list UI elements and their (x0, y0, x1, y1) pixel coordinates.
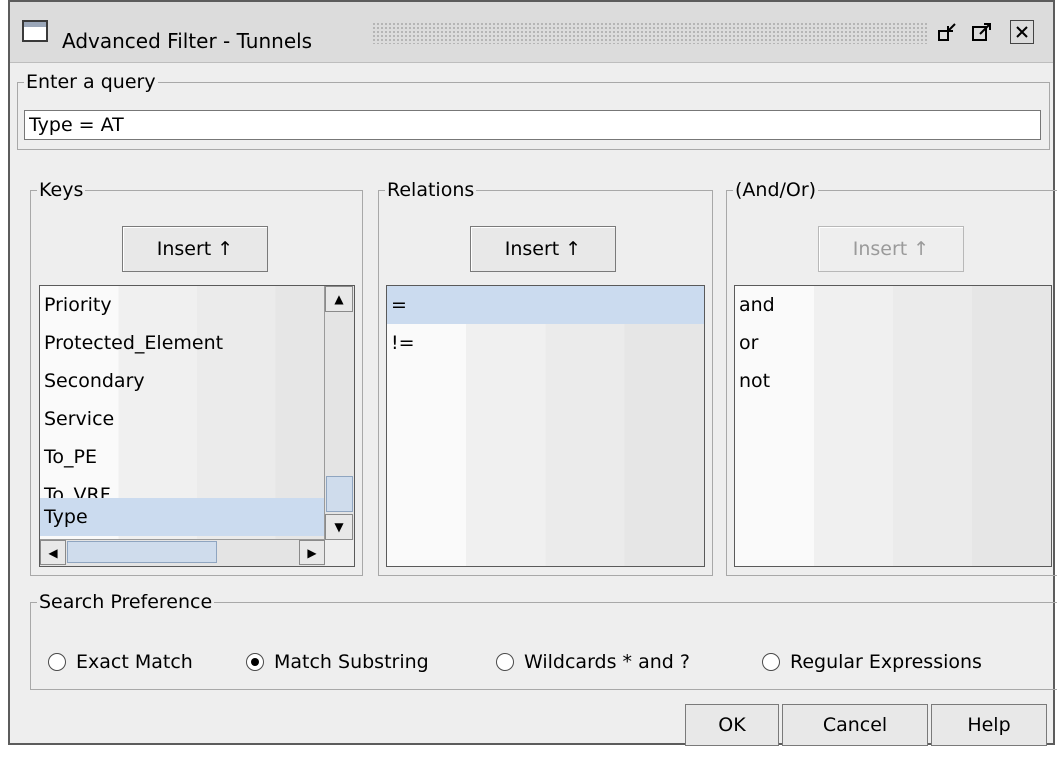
keys-list-item[interactable]: To_PE (40, 438, 354, 476)
window-title: Advanced Filter - Tunnels (62, 29, 313, 53)
relations-legend: Relations (387, 179, 475, 201)
advanced-filter-dialog: Advanced Filter - Tunnels Enter a query … (8, 0, 1057, 746)
scroll-corner (325, 540, 354, 566)
radio-label: Regular Expressions (790, 651, 982, 673)
maximize-icon[interactable] (970, 20, 994, 44)
radio-regular-expressions[interactable]: Regular Expressions (762, 647, 982, 677)
help-button[interactable]: Help (931, 704, 1047, 746)
relations-list-item-selected[interactable]: = (387, 286, 704, 324)
keys-list-item[interactable]: Service (40, 400, 354, 438)
andor-list-item[interactable]: not (735, 362, 1051, 400)
query-legend: Enter a query (26, 71, 156, 93)
andor-list-item[interactable]: or (735, 324, 1051, 362)
keys-horizontal-scrollbar[interactable]: ◀ ▶ (40, 539, 325, 566)
andor-insert-button[interactable]: Insert ↑ (818, 226, 964, 272)
scroll-right-icon[interactable]: ▶ (299, 540, 325, 565)
keys-list-item[interactable]: Secondary (40, 362, 354, 400)
scroll-left-icon[interactable]: ◀ (40, 540, 66, 565)
keys-legend: Keys (39, 179, 84, 201)
andor-legend: (And/Or) (735, 179, 817, 201)
andor-list[interactable]: and or not (734, 285, 1052, 567)
radio-circle-icon[interactable] (496, 653, 514, 671)
radio-circle-icon[interactable] (48, 653, 66, 671)
relations-list[interactable]: = != (386, 285, 705, 567)
undock-icon[interactable] (936, 20, 960, 44)
keys-list[interactable]: Priority Protected_Element Secondary Ser… (39, 285, 355, 567)
radio-match-substring[interactable]: Match Substring (246, 647, 429, 677)
vertical-scroll-thumb[interactable] (326, 476, 353, 512)
radio-circle-icon[interactable] (762, 653, 780, 671)
window-icon (22, 20, 48, 42)
cancel-button[interactable]: Cancel (782, 704, 928, 746)
radio-label: Match Substring (274, 651, 429, 673)
radio-label: Exact Match (76, 651, 193, 673)
keys-list-item[interactable]: Protected_Element (40, 324, 354, 362)
keys-list-item[interactable]: Priority (40, 286, 354, 324)
radio-wildcards[interactable]: Wildcards * and ? (496, 647, 690, 677)
radio-circle-selected-icon[interactable] (246, 653, 264, 671)
search-preference-legend: Search Preference (39, 591, 213, 613)
query-input[interactable] (24, 110, 1041, 140)
keys-insert-button[interactable]: Insert ↑ (122, 226, 268, 272)
relations-list-item[interactable]: != (387, 324, 704, 362)
relations-insert-button[interactable]: Insert ↑ (470, 226, 616, 272)
title-bar-texture (372, 22, 928, 44)
keys-vertical-scrollbar[interactable]: ▲ ▼ (324, 286, 354, 540)
title-bar[interactable]: Advanced Filter - Tunnels (10, 2, 1053, 63)
radio-exact-match[interactable]: Exact Match (48, 647, 193, 677)
close-icon[interactable] (1010, 20, 1034, 44)
andor-list-item[interactable]: and (735, 286, 1051, 324)
scroll-down-icon[interactable]: ▼ (325, 514, 353, 540)
scroll-up-icon[interactable]: ▲ (325, 286, 353, 312)
horizontal-scroll-thumb[interactable] (67, 541, 217, 563)
radio-label: Wildcards * and ? (524, 651, 690, 673)
ok-button[interactable]: OK (685, 704, 779, 746)
keys-list-item-selected[interactable]: Type (40, 498, 325, 536)
